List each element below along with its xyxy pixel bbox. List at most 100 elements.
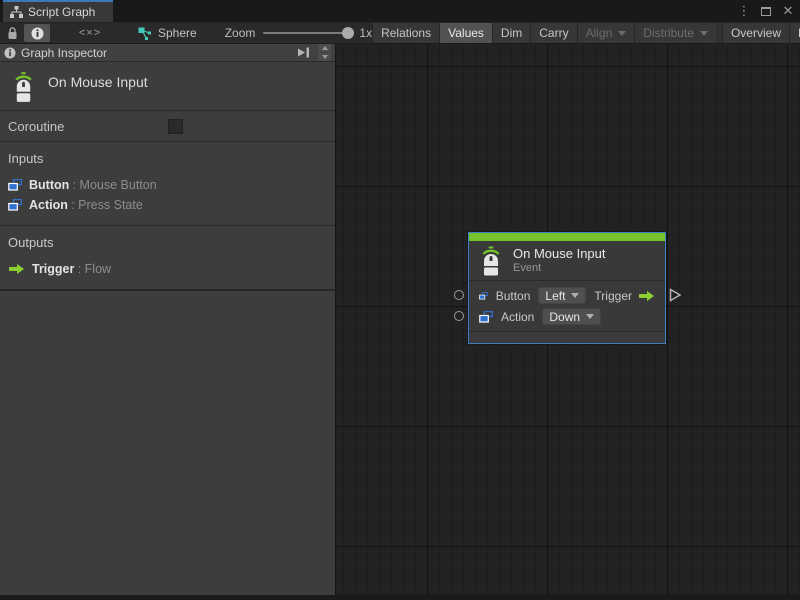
script-graph-window: Script Graph ⋮ ✕ <×> xyxy=(0,0,800,600)
chevron-down-icon xyxy=(700,31,708,36)
toolbar-left-group: <×> Sphere Zoom 1x xyxy=(0,23,372,43)
info-icon xyxy=(4,47,16,59)
graph-inspector-title: Graph Inspector xyxy=(21,46,107,60)
port-name: Button xyxy=(29,178,69,192)
coroutine-setting-row: Coroutine xyxy=(0,111,335,142)
node-port-label-button: Button xyxy=(496,289,531,303)
mouse-input-icon xyxy=(479,246,503,276)
graph-toolbar: <×> Sphere Zoom 1x Relations Values xyxy=(0,22,800,44)
dock-panel-icon[interactable] xyxy=(297,47,310,58)
maximize-icon[interactable] xyxy=(758,3,774,19)
node-title-block: On Mouse Input Event xyxy=(513,246,606,275)
value-port-icon xyxy=(479,311,493,323)
mouse-input-icon xyxy=(12,69,35,103)
lock-icon xyxy=(7,27,18,40)
triangle-down-icon xyxy=(322,55,328,59)
node-row-action: Action Down xyxy=(469,306,665,327)
tab-script-graph[interactable]: Script Graph xyxy=(3,0,113,22)
align-label: Align xyxy=(586,26,613,40)
graph-machine-icon xyxy=(138,27,152,40)
window-controls: ⋮ ✕ xyxy=(736,0,796,22)
input-port-circle-button[interactable] xyxy=(454,290,464,300)
inspected-unit-title: On Mouse Input xyxy=(48,74,148,90)
zoom-label: Zoom xyxy=(225,26,256,40)
maximize-box xyxy=(761,7,771,16)
node-title: On Mouse Input xyxy=(513,246,606,262)
relations-button[interactable]: Relations xyxy=(372,23,439,43)
trigger-output-port[interactable]: Trigger xyxy=(594,289,655,303)
toolbar-right-group: Relations Values Dim Carry Align Distrib… xyxy=(372,23,800,43)
coroutine-checkbox[interactable] xyxy=(168,119,183,134)
flow-output-triangle[interactable] xyxy=(669,288,682,302)
flow-arrow-icon xyxy=(8,263,25,275)
distribute-label: Distribute xyxy=(643,26,694,40)
tab-label: Script Graph xyxy=(28,5,95,19)
close-icon[interactable]: ✕ xyxy=(780,3,796,19)
distribute-dropdown-button[interactable]: Distribute xyxy=(634,23,716,43)
graph-inspector-header: Graph Inspector xyxy=(0,44,335,62)
value-port-icon xyxy=(8,179,22,191)
graph-canvas[interactable]: On Mouse Input Event Button Left xyxy=(335,44,800,600)
port-name: Trigger xyxy=(32,262,74,276)
value-port-icon xyxy=(479,290,488,302)
full-screen-button[interactable]: Full Screen xyxy=(789,23,800,43)
port-type: : Press State xyxy=(71,198,143,212)
chevron-down-icon xyxy=(618,31,626,36)
code-view-button[interactable]: <×> xyxy=(64,23,116,43)
input-port-row-button: Button : Mouse Button xyxy=(8,175,327,195)
inspected-unit-header: On Mouse Input xyxy=(0,62,335,111)
port-type: : Flow xyxy=(78,262,111,276)
press-state-value: Down xyxy=(549,310,580,324)
dim-button[interactable]: Dim xyxy=(492,23,530,43)
node-header[interactable]: On Mouse Input Event xyxy=(469,241,665,281)
relations-label: Relations xyxy=(381,26,431,40)
values-label: Values xyxy=(448,26,484,40)
graph-reference-breadcrumb[interactable]: Sphere xyxy=(138,23,197,43)
window-menu-icon[interactable]: ⋮ xyxy=(736,3,752,19)
outputs-section: Outputs Trigger : Flow xyxy=(0,226,335,291)
graph-target-label: Sphere xyxy=(158,26,197,40)
carry-button[interactable]: Carry xyxy=(530,23,576,43)
chevron-down-icon xyxy=(586,314,594,319)
overview-label: Overview xyxy=(731,26,781,40)
value-port-icon xyxy=(8,199,22,211)
coroutine-label: Coroutine xyxy=(8,119,64,134)
inputs-section: Inputs Button : Mouse Button Action : Pr… xyxy=(0,142,335,226)
on-mouse-input-node[interactable]: On Mouse Input Event Button Left xyxy=(468,232,666,344)
dim-label: Dim xyxy=(501,26,522,40)
stepper-up-button[interactable] xyxy=(318,44,331,52)
inspector-empty-area xyxy=(0,291,335,595)
trigger-output-label: Trigger xyxy=(594,289,632,303)
zoom-value: 1x xyxy=(359,26,372,40)
chevron-down-icon xyxy=(571,293,579,298)
values-button[interactable]: Values xyxy=(439,23,492,43)
align-dropdown-button[interactable]: Align xyxy=(577,23,635,43)
node-port-label-action: Action xyxy=(501,310,534,324)
port-name: Action xyxy=(29,198,68,212)
overview-button[interactable]: Overview xyxy=(722,23,789,43)
output-port-row-trigger: Trigger : Flow xyxy=(8,259,327,279)
info-icon xyxy=(31,27,44,40)
node-event-colorbar xyxy=(469,233,665,241)
carry-label: Carry xyxy=(539,26,568,40)
node-footer xyxy=(469,331,665,343)
window-bottom-edge xyxy=(0,595,800,600)
mouse-button-value: Left xyxy=(545,289,565,303)
graph-inspector-panel: Graph Inspector xyxy=(0,44,335,595)
lock-button[interactable] xyxy=(0,23,24,43)
input-port-circle-action[interactable] xyxy=(454,311,464,321)
graph-hierarchy-icon xyxy=(10,6,23,18)
zoom-slider[interactable] xyxy=(263,32,351,34)
flow-arrow-icon xyxy=(638,290,655,302)
port-type: : Mouse Button xyxy=(73,178,157,192)
press-state-dropdown[interactable]: Down xyxy=(542,308,601,325)
stepper-down-button[interactable] xyxy=(318,53,331,61)
triangle-up-icon xyxy=(322,46,328,50)
window-content: On Mouse Input Event Button Left xyxy=(0,44,800,600)
title-bar: Script Graph ⋮ ✕ xyxy=(0,0,800,22)
mouse-button-dropdown[interactable]: Left xyxy=(538,287,586,304)
inspector-toggle-button[interactable] xyxy=(24,24,50,42)
node-body: Button Left Trigger xyxy=(469,281,665,331)
zoom-slider-handle[interactable] xyxy=(342,27,354,39)
zoom-control: Zoom 1x xyxy=(225,23,372,43)
